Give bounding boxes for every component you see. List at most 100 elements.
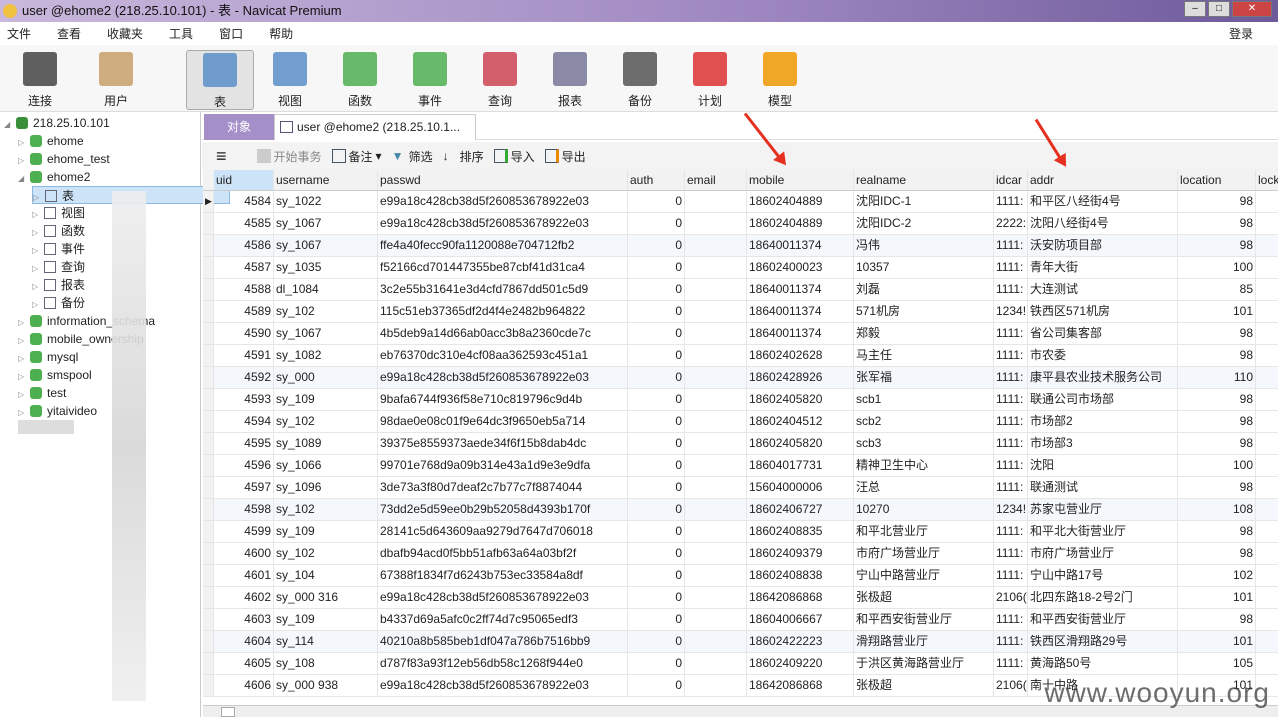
- cell-lock[interactable]: [1256, 543, 1278, 564]
- cell-mobile[interactable]: 18602408838: [747, 565, 854, 586]
- cell-username[interactable]: sy_1022: [274, 191, 378, 212]
- cell-realname[interactable]: scb1: [854, 389, 994, 410]
- toolbar-connection-button[interactable]: 连接: [6, 50, 74, 110]
- sort-button[interactable]: ↓ 排序: [443, 148, 484, 165]
- cell-realname[interactable]: 和平北营业厅: [854, 521, 994, 542]
- row-indicator[interactable]: [203, 499, 214, 520]
- cell-passwd[interactable]: 3c2e55b31641e3d4cfd7867dd501c5d9: [378, 279, 628, 300]
- cell-uid[interactable]: 4598: [214, 499, 274, 520]
- cell-addr[interactable]: 沈阳: [1028, 455, 1178, 476]
- cell-uid[interactable]: 4596: [214, 455, 274, 476]
- cell-lock[interactable]: [1256, 213, 1278, 234]
- cell-passwd[interactable]: e99a18c428cb38d5f260853678922e03: [378, 191, 628, 212]
- tree-database[interactable]: ▷ test: [18, 384, 66, 402]
- cell-username[interactable]: sy_109: [274, 609, 378, 630]
- column-header-email[interactable]: email: [685, 170, 747, 190]
- toolbar-model-button[interactable]: 模型: [746, 50, 814, 110]
- table-row[interactable]: 4590 sy_1067 4b5deb9a14d66ab0acc3b8a2360cd…: [203, 323, 1278, 345]
- cell-email[interactable]: [685, 477, 747, 498]
- cell-email[interactable]: [685, 411, 747, 432]
- row-indicator[interactable]: [203, 477, 214, 498]
- table-row[interactable]: 4604 sy_114 40210a8b585beb1df047a786b7516b…: [203, 631, 1278, 653]
- cell-realname[interactable]: 571机房: [854, 301, 994, 322]
- row-indicator[interactable]: [203, 235, 214, 256]
- cell-passwd[interactable]: e99a18c428cb38d5f260853678922e03: [378, 367, 628, 388]
- column-header-location[interactable]: location: [1178, 170, 1256, 190]
- toolbar-table-button[interactable]: 表: [186, 50, 254, 110]
- cell-lock[interactable]: [1256, 587, 1278, 608]
- cell-passwd[interactable]: 98dae0e08c01f9e64dc3f9650eb5a714: [378, 411, 628, 432]
- tree-database[interactable]: ▷ mysql: [18, 348, 78, 366]
- cell-realname[interactable]: 和平西安街营业厅: [854, 609, 994, 630]
- table-row[interactable]: 4597 sy_1096 3de73a3f80d7deaf2c7b77c7f8874…: [203, 477, 1278, 499]
- cell-email[interactable]: [685, 301, 747, 322]
- cell-idcar[interactable]: 1111:: [994, 565, 1028, 586]
- cell-auth[interactable]: 0: [628, 631, 685, 652]
- tree-server[interactable]: ◢ 218.25.10.101: [4, 114, 110, 132]
- cell-location[interactable]: 98: [1178, 345, 1256, 366]
- cell-passwd[interactable]: 28141c5d643609aa9279d7647d706018: [378, 521, 628, 542]
- row-indicator[interactable]: [203, 609, 214, 630]
- menu-item[interactable]: 窗口: [219, 25, 243, 42]
- cell-email[interactable]: [685, 323, 747, 344]
- toolbar-user-button[interactable]: 用户: [82, 50, 150, 110]
- cell-lock[interactable]: [1256, 609, 1278, 630]
- row-indicator[interactable]: [203, 411, 214, 432]
- row-indicator[interactable]: [203, 675, 214, 696]
- cell-addr[interactable]: 大连测试: [1028, 279, 1178, 300]
- cell-uid[interactable]: 4600: [214, 543, 274, 564]
- cell-mobile[interactable]: 18602404512: [747, 411, 854, 432]
- cell-realname[interactable]: 张极超: [854, 675, 994, 696]
- cell-realname[interactable]: 刘磊: [854, 279, 994, 300]
- table-row[interactable]: 4600 sy_102 dbafb94acd0f5bb51afb63a64a03bf…: [203, 543, 1278, 565]
- toolbar-view-button[interactable]: 视图: [256, 50, 324, 110]
- cell-uid[interactable]: 4606: [214, 675, 274, 696]
- cell-lock[interactable]: [1256, 279, 1278, 300]
- column-header-uid[interactable]: uid: [214, 170, 274, 190]
- cell-uid[interactable]: 4584: [214, 191, 274, 212]
- cell-uid[interactable]: 4603: [214, 609, 274, 630]
- cell-mobile[interactable]: 18604017731: [747, 455, 854, 476]
- cell-idcar[interactable]: 1111:: [994, 521, 1028, 542]
- cell-passwd[interactable]: e99a18c428cb38d5f260853678922e03: [378, 587, 628, 608]
- cell-uid[interactable]: 4589: [214, 301, 274, 322]
- cell-username[interactable]: dl_1084: [274, 279, 378, 300]
- cell-auth[interactable]: 0: [628, 499, 685, 520]
- row-indicator[interactable]: [203, 257, 214, 278]
- cell-passwd[interactable]: d787f83a93f12eb56db58c1268f944e0: [378, 653, 628, 674]
- cell-passwd[interactable]: dbafb94acd0f5bb51afb63a64a03bf2f: [378, 543, 628, 564]
- cell-username[interactable]: sy_1089: [274, 433, 378, 454]
- toolbar-schedule-button[interactable]: 计划: [676, 50, 744, 110]
- minimize-button[interactable]: –: [1184, 1, 1206, 17]
- cell-idcar[interactable]: 1111:: [994, 257, 1028, 278]
- row-indicator[interactable]: [203, 433, 214, 454]
- cell-lock[interactable]: [1256, 235, 1278, 256]
- cell-addr[interactable]: 宁山中路17号: [1028, 565, 1178, 586]
- cell-location[interactable]: 101: [1178, 631, 1256, 652]
- cell-auth[interactable]: 0: [628, 455, 685, 476]
- cell-email[interactable]: [685, 279, 747, 300]
- row-indicator[interactable]: [203, 565, 214, 586]
- cell-addr[interactable]: 和平西安街营业厅: [1028, 609, 1178, 630]
- cell-idcar[interactable]: 1111:: [994, 235, 1028, 256]
- cell-uid[interactable]: 4605: [214, 653, 274, 674]
- cell-mobile[interactable]: 18604006667: [747, 609, 854, 630]
- cell-email[interactable]: [685, 609, 747, 630]
- cell-location[interactable]: 108: [1178, 499, 1256, 520]
- cell-username[interactable]: sy_1067: [274, 213, 378, 234]
- tab-user-table[interactable]: user @ehome2 (218.25.10.1...: [274, 114, 476, 140]
- cell-auth[interactable]: 0: [628, 323, 685, 344]
- cell-auth[interactable]: 0: [628, 433, 685, 454]
- cell-uid[interactable]: 4601: [214, 565, 274, 586]
- cell-email[interactable]: [685, 367, 747, 388]
- cell-location[interactable]: 101: [1178, 587, 1256, 608]
- cell-addr[interactable]: 省公司集客部: [1028, 323, 1178, 344]
- cell-passwd[interactable]: 9bafa6744f936f58e710c819796c9d4b: [378, 389, 628, 410]
- cell-addr[interactable]: 市场部2: [1028, 411, 1178, 432]
- cell-realname[interactable]: 10270: [854, 499, 994, 520]
- tree-object-3[interactable]: ▷ 事件: [32, 240, 85, 258]
- cell-email[interactable]: [685, 257, 747, 278]
- row-indicator[interactable]: [203, 367, 214, 388]
- cell-mobile[interactable]: 18640011374: [747, 235, 854, 256]
- cell-mobile[interactable]: 18602406727: [747, 499, 854, 520]
